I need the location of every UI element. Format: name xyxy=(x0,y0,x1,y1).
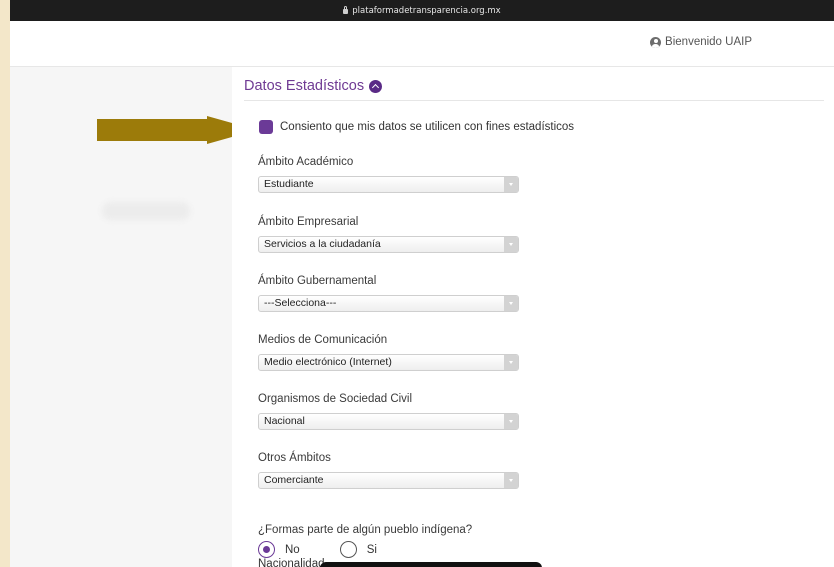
chevron-up-icon[interactable] xyxy=(369,79,383,93)
field-label: Ámbito Gubernamental xyxy=(258,275,377,287)
field-label: Organismos de Sociedad Civil xyxy=(258,393,413,405)
chevron-down-icon[interactable] xyxy=(504,296,518,311)
select-medios-comunicacion[interactable]: Medio electrónico (Internet) xyxy=(258,354,519,371)
chevron-down-icon[interactable] xyxy=(504,355,518,370)
nationality-label: Nacionalidad xyxy=(258,558,325,567)
field-medios-comunicacion: Medios de Comunicación Medio electrónico… xyxy=(258,334,519,371)
url-text: plataformadetransparencia.org.mx xyxy=(352,5,501,16)
field-organismos-sociedad-civil: Organismos de Sociedad Civil Nacional xyxy=(258,393,519,430)
lock-icon xyxy=(343,6,349,14)
section-title-text: Datos Estadísticos xyxy=(244,78,365,94)
overlay-bar xyxy=(320,562,542,567)
field-label: Otros Ámbitos xyxy=(258,452,331,464)
radio-option-no[interactable]: No xyxy=(258,541,300,558)
field-ambito-gubernamental: Ámbito Gubernamental ---Selecciona--- xyxy=(258,275,519,312)
site-header: Bienvenido UAIP xyxy=(0,21,834,67)
select-otros-ambitos[interactable]: Comerciante xyxy=(258,472,519,489)
browser-url-bar[interactable]: plataformadetransparencia.org.mx xyxy=(10,0,834,21)
welcome-text: Bienvenido UAIP xyxy=(665,36,752,48)
user-circle-icon xyxy=(650,36,662,48)
select-ambito-gubernamental[interactable]: ---Selecciona--- xyxy=(258,295,519,312)
header-bar: Bienvenido UAIP xyxy=(10,21,834,67)
field-label: Ámbito Empresarial xyxy=(258,216,359,228)
consent-checkbox[interactable] xyxy=(259,120,273,134)
divider xyxy=(244,100,824,101)
select-value: Nacional xyxy=(264,415,305,427)
select-organismos-sociedad-civil[interactable]: Nacional xyxy=(258,413,519,430)
select-value: ---Selecciona--- xyxy=(264,297,337,309)
chevron-down-icon[interactable] xyxy=(504,237,518,252)
section-title[interactable]: Datos Estadísticos xyxy=(244,78,383,94)
consent-row[interactable]: Consiento que mis datos se utilicen con … xyxy=(259,120,574,134)
field-label: Medios de Comunicación xyxy=(258,334,388,346)
chevron-down-icon[interactable] xyxy=(504,414,518,429)
select-value: Comerciante xyxy=(264,474,324,486)
field-label: Ámbito Académico xyxy=(258,156,354,168)
radio-no[interactable] xyxy=(258,541,275,558)
indigenous-question: ¿Formas parte de algún pueblo indígena? xyxy=(258,524,472,536)
field-ambito-academico: Ámbito Académico Estudiante xyxy=(258,156,519,193)
blurred-text xyxy=(102,202,190,220)
welcome-user[interactable]: Bienvenido UAIP xyxy=(650,36,752,48)
select-value: Medio electrónico (Internet) xyxy=(264,356,392,368)
radio-no-label: No xyxy=(285,543,300,556)
radio-option-si[interactable]: Si xyxy=(339,541,377,558)
select-value: Estudiante xyxy=(264,178,314,190)
select-ambito-academico[interactable]: Estudiante xyxy=(258,176,519,193)
statistics-form: Datos Estadísticos Consiento que mis dat… xyxy=(232,67,834,567)
indigenous-options: No Si xyxy=(258,541,377,558)
chevron-down-icon[interactable] xyxy=(504,473,518,488)
chevron-down-icon[interactable] xyxy=(504,177,518,192)
select-ambito-empresarial[interactable]: Servicios a la ciudadanía xyxy=(258,236,519,253)
select-value: Servicios a la ciudadanía xyxy=(264,238,381,250)
field-otros-ambitos: Otros Ámbitos Comerciante xyxy=(258,452,519,489)
radio-si-label: Si xyxy=(366,543,377,556)
field-ambito-empresarial: Ámbito Empresarial Servicios a la ciudad… xyxy=(258,216,519,253)
radio-si[interactable] xyxy=(339,541,357,558)
consent-label: Consiento que mis datos se utilicen con … xyxy=(280,121,575,133)
indigenous-label: ¿Formas parte de algún pueblo indígena? xyxy=(258,524,473,536)
